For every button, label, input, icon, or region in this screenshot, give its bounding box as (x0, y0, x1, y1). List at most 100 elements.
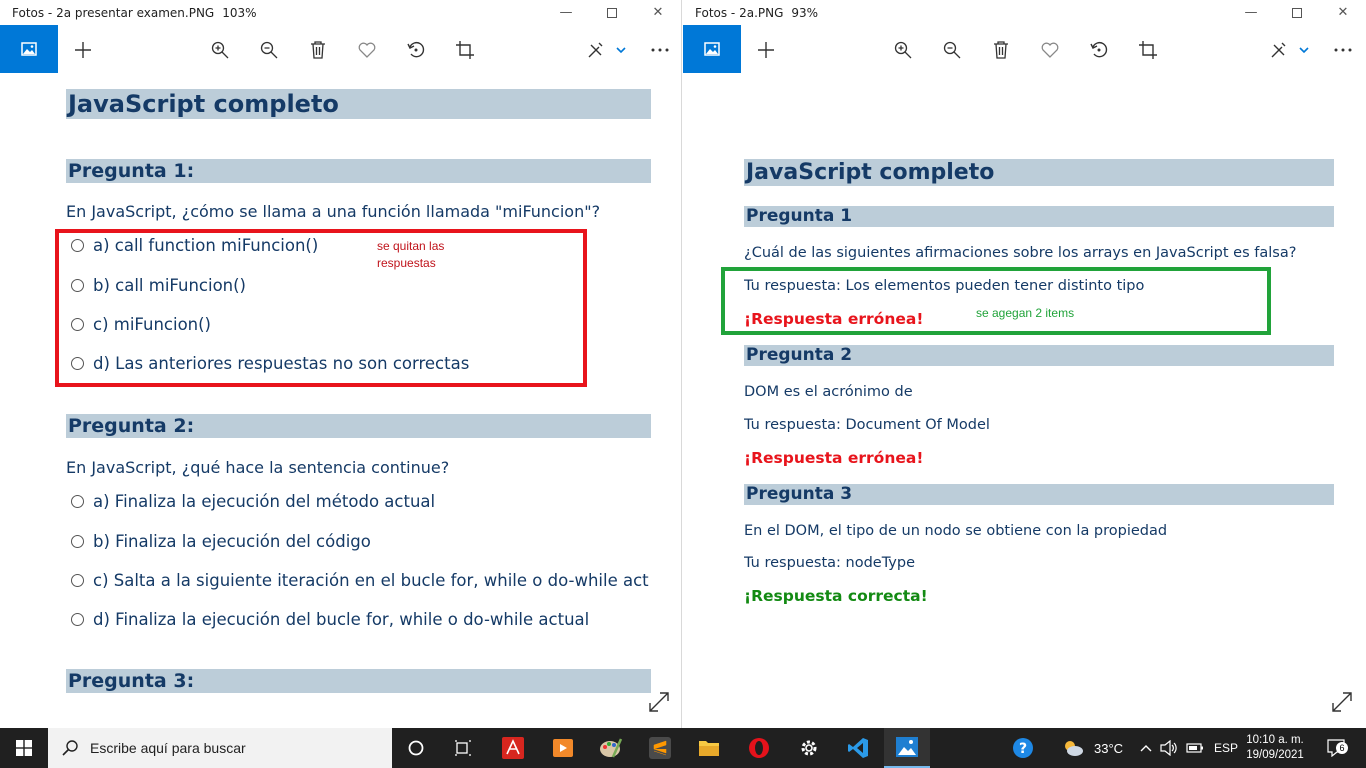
photos-window-left: Fotos - 2a presentar examen.PNG 103% — ✕ … (0, 0, 682, 728)
annotation-line: respuestas (377, 256, 436, 270)
crop-icon[interactable] (452, 37, 478, 63)
question-1-heading: Pregunta 1: (66, 159, 651, 183)
close-button[interactable]: ✕ (635, 0, 681, 25)
zoom-level: 103% (222, 5, 257, 20)
crop-icon[interactable] (1135, 37, 1161, 63)
close-button[interactable]: ✕ (1320, 0, 1366, 25)
red-annotation-box (55, 229, 587, 387)
image-icon (704, 42, 720, 56)
radio-icon (71, 574, 84, 587)
notification-count: 6 (1336, 742, 1348, 754)
language-indicator[interactable]: ESP (1214, 728, 1238, 768)
add-icon[interactable] (70, 37, 96, 63)
edit-create-icon[interactable] (585, 37, 629, 63)
question-2-option-a: a) Finaliza la ejecución del método actu… (71, 492, 651, 511)
radio-icon (71, 613, 84, 626)
question-2-heading: Pregunta 2: (66, 414, 651, 438)
edit-create-icon[interactable] (1268, 37, 1312, 63)
doc-title: JavaScript completo (744, 159, 1334, 186)
maximize-button[interactable] (589, 0, 635, 25)
clock[interactable]: 10:10 a. m. 19/09/2021 (1244, 728, 1306, 768)
question-3-text: En el DOM, el tipo de un nodo se obtiene… (744, 523, 1168, 539)
expand-icon[interactable] (1331, 691, 1355, 715)
collection-button[interactable] (683, 25, 741, 73)
acrobat-icon[interactable] (490, 728, 536, 768)
window-title-wrap: Fotos - 2a presentar examen.PNG 103% (0, 6, 543, 20)
image-viewport[interactable]: JavaScript completo Pregunta 1: En JavaS… (0, 73, 681, 728)
volume-icon[interactable] (1160, 728, 1178, 768)
clock-date: 19/09/2021 (1246, 749, 1304, 761)
delete-icon[interactable] (988, 37, 1014, 63)
show-hidden-icons-icon[interactable] (1140, 728, 1152, 768)
svg-text:?: ? (1019, 741, 1027, 757)
annotation-line: se quitan las (377, 239, 445, 253)
weather-widget[interactable]: 33°C (1062, 728, 1123, 768)
zoom-out-icon[interactable] (256, 37, 282, 63)
option-label: c) Salta a la siguiente iteración en el … (93, 571, 649, 590)
taskbar: Escribe aquí para buscar ? 33°C ESP 10:1… (0, 728, 1366, 768)
green-annotation-box (721, 267, 1271, 335)
question-2-option-b: b) Finaliza la ejecución del código (71, 532, 651, 551)
media-player-icon[interactable] (540, 728, 586, 768)
collection-button[interactable] (0, 25, 58, 73)
doc-title: JavaScript completo (66, 89, 651, 119)
window-title: Fotos - 2a.PNG (695, 5, 784, 20)
toolbar (0, 25, 681, 73)
help-icon[interactable]: ? (1000, 728, 1046, 768)
sublime-text-icon[interactable] (637, 728, 683, 768)
window-title: Fotos - 2a presentar examen.PNG (12, 5, 215, 20)
file-explorer-icon[interactable] (686, 728, 732, 768)
photos-app-icon[interactable] (884, 728, 930, 768)
question-2-text: En JavaScript, ¿qué hace la sentencia co… (66, 458, 450, 477)
option-label: b) Finaliza la ejecución del código (93, 532, 371, 551)
question-3-heading: Pregunta 3 (744, 484, 1334, 505)
opera-icon[interactable] (736, 728, 782, 768)
notifications-button[interactable]: 6 (1322, 728, 1350, 768)
paint-icon[interactable] (588, 728, 634, 768)
battery-icon[interactable] (1186, 728, 1204, 768)
question-2-heading: Pregunta 2 (744, 345, 1334, 366)
window-title-wrap: Fotos - 2a.PNG 93% (683, 6, 1228, 20)
option-label: d) Finaliza la ejecución del bucle for, … (93, 610, 590, 629)
toolbar (683, 25, 1366, 73)
question-1-text: En JavaScript, ¿cómo se llama a una func… (66, 202, 601, 221)
expand-icon[interactable] (648, 691, 672, 715)
maximize-button[interactable] (1274, 0, 1320, 25)
question-3-result: ¡Respuesta correcta! (744, 587, 928, 605)
question-2-option-c: c) Salta a la siguiente iteración en el … (71, 571, 651, 590)
vscode-icon[interactable] (835, 728, 881, 768)
zoom-in-icon[interactable] (890, 37, 916, 63)
minimize-button[interactable]: — (1228, 0, 1274, 25)
add-icon[interactable] (753, 37, 779, 63)
question-3-heading: Pregunta 3: (66, 669, 651, 693)
task-view-icon[interactable] (440, 728, 486, 768)
question-2-text: DOM es el acrónimo de (744, 384, 913, 400)
photos-window-right: Fotos - 2a.PNG 93% — ✕ JavaScript complet… (683, 0, 1366, 728)
zoom-in-icon[interactable] (207, 37, 233, 63)
clock-time: 10:10 a. m. (1246, 734, 1304, 746)
minimize-button[interactable]: — (543, 0, 589, 25)
rotate-icon[interactable] (1086, 37, 1112, 63)
settings-icon[interactable] (786, 728, 832, 768)
option-label: a) Finaliza la ejecución del método actu… (93, 492, 436, 511)
rotate-icon[interactable] (403, 37, 429, 63)
image-viewport[interactable]: JavaScript completo Pregunta 1 ¿Cuál de … (683, 73, 1366, 728)
more-options-icon[interactable] (1330, 37, 1356, 63)
radio-icon (71, 495, 84, 508)
cortana-icon[interactable] (393, 728, 439, 768)
title-bar[interactable]: Fotos - 2a presentar examen.PNG 103% — ✕ (0, 0, 681, 25)
more-options-icon[interactable] (647, 37, 673, 63)
radio-icon (71, 535, 84, 548)
search-box[interactable]: Escribe aquí para buscar (48, 728, 392, 768)
zoom-out-icon[interactable] (939, 37, 965, 63)
favorite-icon[interactable] (354, 37, 380, 63)
start-button[interactable] (0, 728, 48, 768)
title-bar[interactable]: Fotos - 2a.PNG 93% — ✕ (683, 0, 1366, 25)
question-3-answer: Tu respuesta: nodeType (744, 555, 915, 571)
delete-icon[interactable] (305, 37, 331, 63)
question-2-option-d: d) Finaliza la ejecución del bucle for, … (71, 610, 651, 629)
temperature: 33°C (1094, 740, 1124, 756)
favorite-icon[interactable] (1037, 37, 1063, 63)
question-1-text: ¿Cuál de las siguientes afirmaciones sob… (744, 245, 1297, 261)
question-1-heading: Pregunta 1 (744, 206, 1334, 227)
